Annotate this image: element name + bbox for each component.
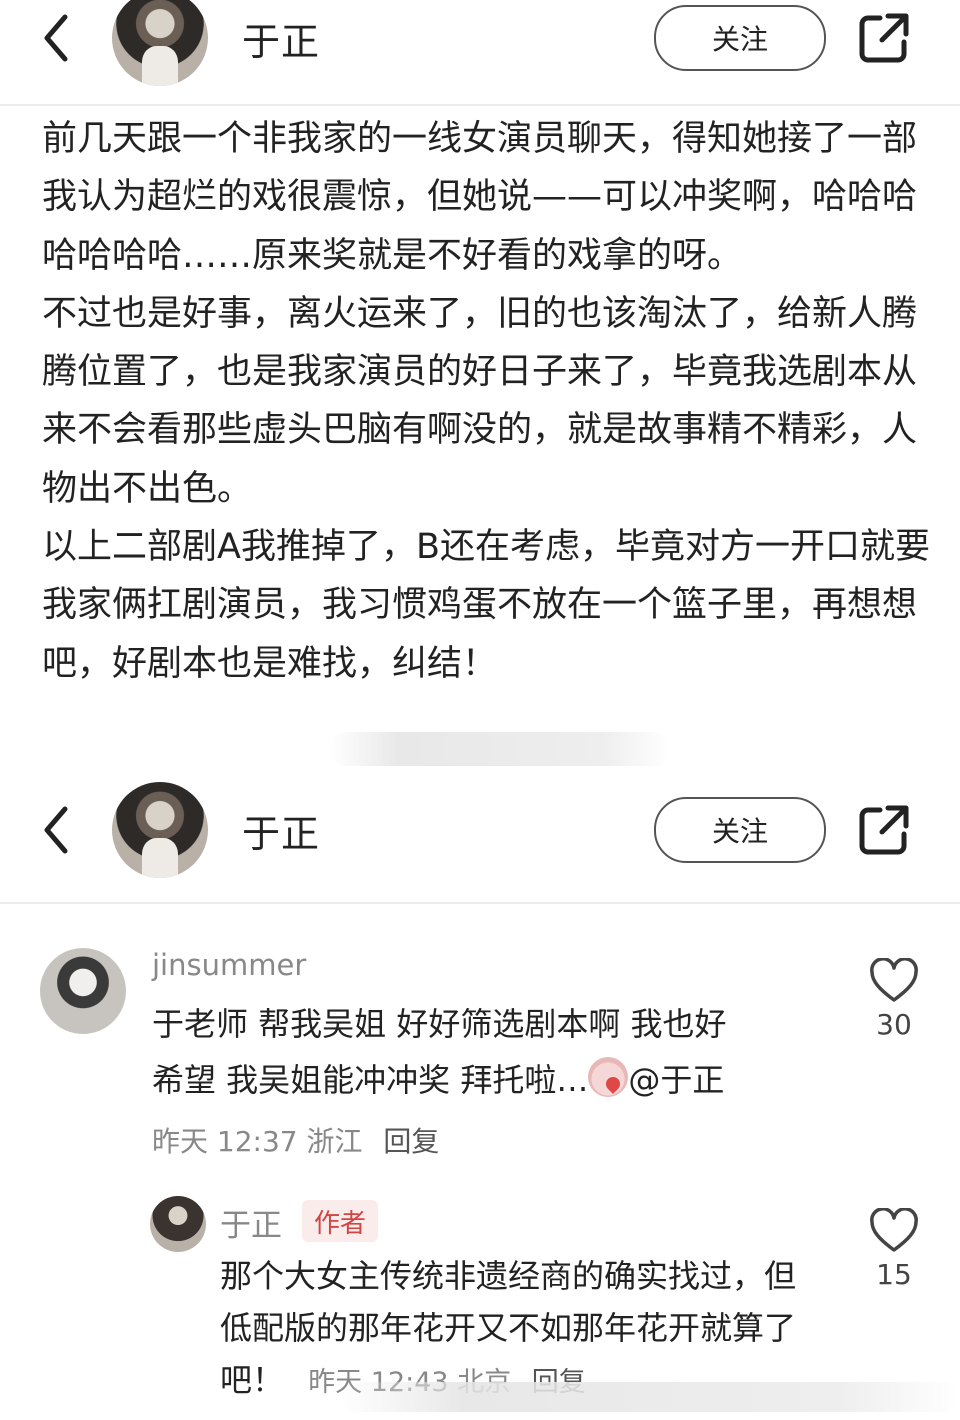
commenter-avatar[interactable] [40,948,126,1034]
heart-outline-icon [870,1208,918,1252]
reply-button[interactable]: 回复 [383,1125,439,1158]
comment-line: 希望 我吴姐能冲冲奖 拜托啦… @于正 [152,1052,812,1108]
back-button[interactable] [36,8,76,68]
header-divider [0,104,960,106]
post-paragraph: 不过也是好事，离火运来了，旧的也该淘汰了，给新人腾腾位置了，也是我家演员的好日子… [42,293,918,509]
chevron-left-icon [44,806,68,854]
mention-link[interactable]: @于正 [628,1061,724,1099]
share-external-icon[interactable] [858,12,910,64]
author-avatar[interactable] [112,0,208,86]
like-count: 15 [876,1258,912,1291]
comment-line: 于老师 帮我吴姐 好好筛选剧本啊 我也好 [152,1005,727,1043]
comment-meta: 昨天 12:37 浙江 回复 [152,1120,439,1160]
follow-button[interactable]: 关注 [654,5,826,71]
top-header: 于正 关注 [0,0,960,88]
back-button[interactable] [36,800,76,860]
author-reply-avatar[interactable] [150,1196,206,1252]
reply-username[interactable]: 于正 [220,1200,282,1245]
chevron-left-icon [44,14,68,62]
author-tag-badge: 作者 [302,1200,379,1242]
commenter-username[interactable]: jinsummer [152,948,306,982]
blur-overlay [330,732,670,766]
comment-time: 昨天 12:37 [152,1125,298,1158]
comment-text: 于老师 帮我吴姐 好好筛选剧本啊 我也好 希望 我吴姐能冲冲奖 拜托啦… @于正 [152,996,812,1108]
post-body: 前几天跟一个非我家的一线女演员聊天，得知她接了一部我认为超烂的戏很震惊，但她说—… [42,110,932,693]
second-header: 于正 关注 [0,780,960,880]
like-button[interactable]: 30 [864,958,924,1041]
comment-line-text: 希望 我吴姐能冲冲奖 拜托啦… [152,1061,589,1099]
like-button[interactable]: 15 [864,1208,924,1291]
post-paragraph: 以上二部剧A我推掉了，B还在考虑，毕竟对方一开口就要我家俩扛剧演员，我习惯鸡蛋不… [42,527,930,684]
post-paragraph: 前几天跟一个非我家的一线女演员聊天，得知她接了一部我认为超烂的戏很震惊，但她说—… [42,119,918,276]
share-external-icon[interactable] [858,804,910,856]
like-count: 30 [876,1008,912,1041]
author-name[interactable]: 于正 [242,803,320,858]
author-avatar[interactable] [112,782,208,878]
header-divider [0,902,960,904]
blur-overlay [340,1382,960,1412]
comment-location: 浙江 [306,1125,363,1158]
author-name[interactable]: 于正 [242,11,320,66]
follow-button[interactable]: 关注 [654,797,826,863]
emoji-icon [588,1057,629,1097]
heart-outline-icon [870,958,918,1002]
